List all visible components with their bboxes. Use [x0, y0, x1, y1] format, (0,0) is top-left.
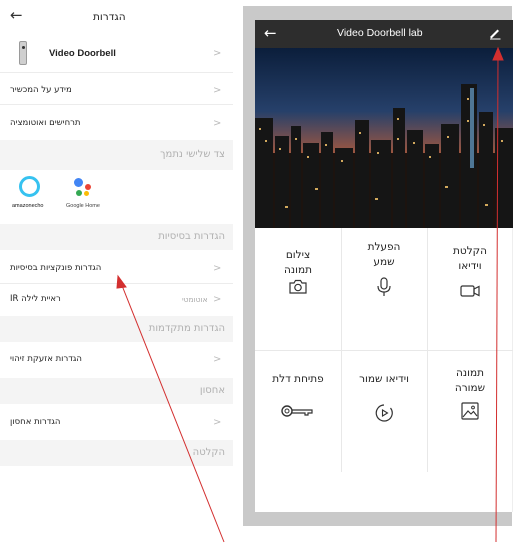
enable-audio-button[interactable]: הפעלת שמע: [341, 228, 427, 350]
alexa-label: amazonecho: [12, 203, 44, 209]
doorbell-screen: ← Video Doorbell lab הקלטת וידיאו הפעלת …: [255, 20, 513, 512]
device-name: Video Doorbell: [49, 48, 116, 59]
saved-video-label: וידיאו שמור: [359, 373, 409, 385]
take-photo-button[interactable]: צילום תמונה: [255, 228, 341, 350]
video-record-icon: [460, 285, 480, 297]
camera-icon: [289, 279, 307, 294]
section-recording: הקלטה: [0, 440, 233, 466]
basic-functions-row[interactable]: הגדרות פונקציות בסיסיות >: [0, 258, 233, 278]
device-info-row[interactable]: מידע על המכשיר >: [0, 80, 233, 100]
chevron-icon: >: [213, 84, 222, 96]
chevron-icon: >: [213, 117, 222, 129]
pencil-edit-icon[interactable]: [488, 26, 502, 40]
section-title: הגדרות מתקדמות: [148, 323, 225, 334]
section-title: צד שלישי נתמך: [160, 149, 225, 160]
basic-functions-label: הגדרות פונקציות בסיסיות: [10, 263, 102, 273]
record-video-button[interactable]: הקלטת וידיאו: [427, 228, 513, 350]
device-row[interactable]: >: [0, 36, 233, 70]
storage-settings-label: הגדרות אחסון: [10, 417, 61, 427]
scenes-automation-label: תרחישים ואוטומציה: [10, 118, 81, 128]
microphone-icon: [377, 277, 391, 296]
device-title: Video Doorbell lab: [337, 27, 423, 39]
live-video-preview[interactable]: [255, 48, 513, 228]
app-header: ← Video Doorbell lab: [255, 20, 513, 48]
saved-image-label: תמונה שמורה: [454, 367, 486, 394]
settings-header: ← הגדרות: [0, 0, 233, 34]
storage-settings-row[interactable]: הגדרות אחסון >: [0, 412, 233, 432]
section-title: אחסון: [199, 385, 225, 396]
key-icon: [281, 405, 313, 417]
section-third-party: צד שלישי נתמך: [0, 140, 233, 170]
chevron-icon: >: [213, 416, 222, 428]
ir-night-vision-row[interactable]: ראיית לילה IR אוטומטי >: [0, 289, 233, 309]
chevron-icon: >: [213, 293, 222, 305]
section-advanced-settings: הגדרות מתקדמות: [0, 316, 233, 342]
alexa-icon[interactable]: [19, 176, 40, 197]
divider: [0, 72, 233, 73]
open-door-label: פתיחת דלת: [272, 373, 324, 385]
divider: [0, 104, 233, 105]
chevron-icon: >: [213, 47, 222, 59]
ir-night-vision-value: אוטומטי: [182, 294, 208, 304]
scenes-automation-row[interactable]: תרחישים ואוטומציה >: [0, 113, 233, 133]
divider: [0, 283, 233, 284]
detection-alarm-row[interactable]: הגדרות אזעקת זיהוי >: [0, 349, 233, 369]
detection-alarm-label: הגדרות אזעקת זיהוי: [10, 354, 82, 364]
section-title: הגדרות בסיסיות: [158, 231, 225, 242]
chevron-icon: >: [213, 353, 222, 365]
back-arrow-icon[interactable]: ←: [10, 6, 23, 24]
saved-video-play-icon: [375, 404, 393, 422]
image-gallery-icon: [461, 402, 479, 420]
section-storage: אחסון: [0, 378, 233, 404]
page-title: הגדרות: [93, 11, 126, 23]
google-home-label: Google Home: [66, 203, 100, 209]
saved-image-button[interactable]: תמונה שמורה: [427, 350, 513, 472]
take-photo-label: צילום תמונה: [284, 249, 312, 276]
ir-night-vision-label: ראיית לילה IR: [10, 294, 61, 304]
doorbell-device-icon: [19, 41, 27, 65]
settings-panel: ← הגדרות > Video Doorbell מידע על המכשיר…: [0, 0, 233, 544]
open-door-button[interactable]: פתיחת דלת: [255, 350, 341, 472]
saved-video-button[interactable]: וידיאו שמור: [341, 350, 427, 472]
section-title: הקלטה: [192, 447, 225, 458]
device-info-label: מידע על המכשיר: [10, 85, 72, 95]
google-assistant-icon[interactable]: [72, 176, 96, 200]
enable-audio-label: הפעלת שמע: [367, 241, 401, 268]
record-video-label: הקלטת וידיאו: [453, 245, 487, 272]
back-arrow-icon[interactable]: ←: [264, 24, 277, 42]
section-basic-settings: הגדרות בסיסיות: [0, 224, 233, 250]
chevron-icon: >: [213, 262, 222, 274]
